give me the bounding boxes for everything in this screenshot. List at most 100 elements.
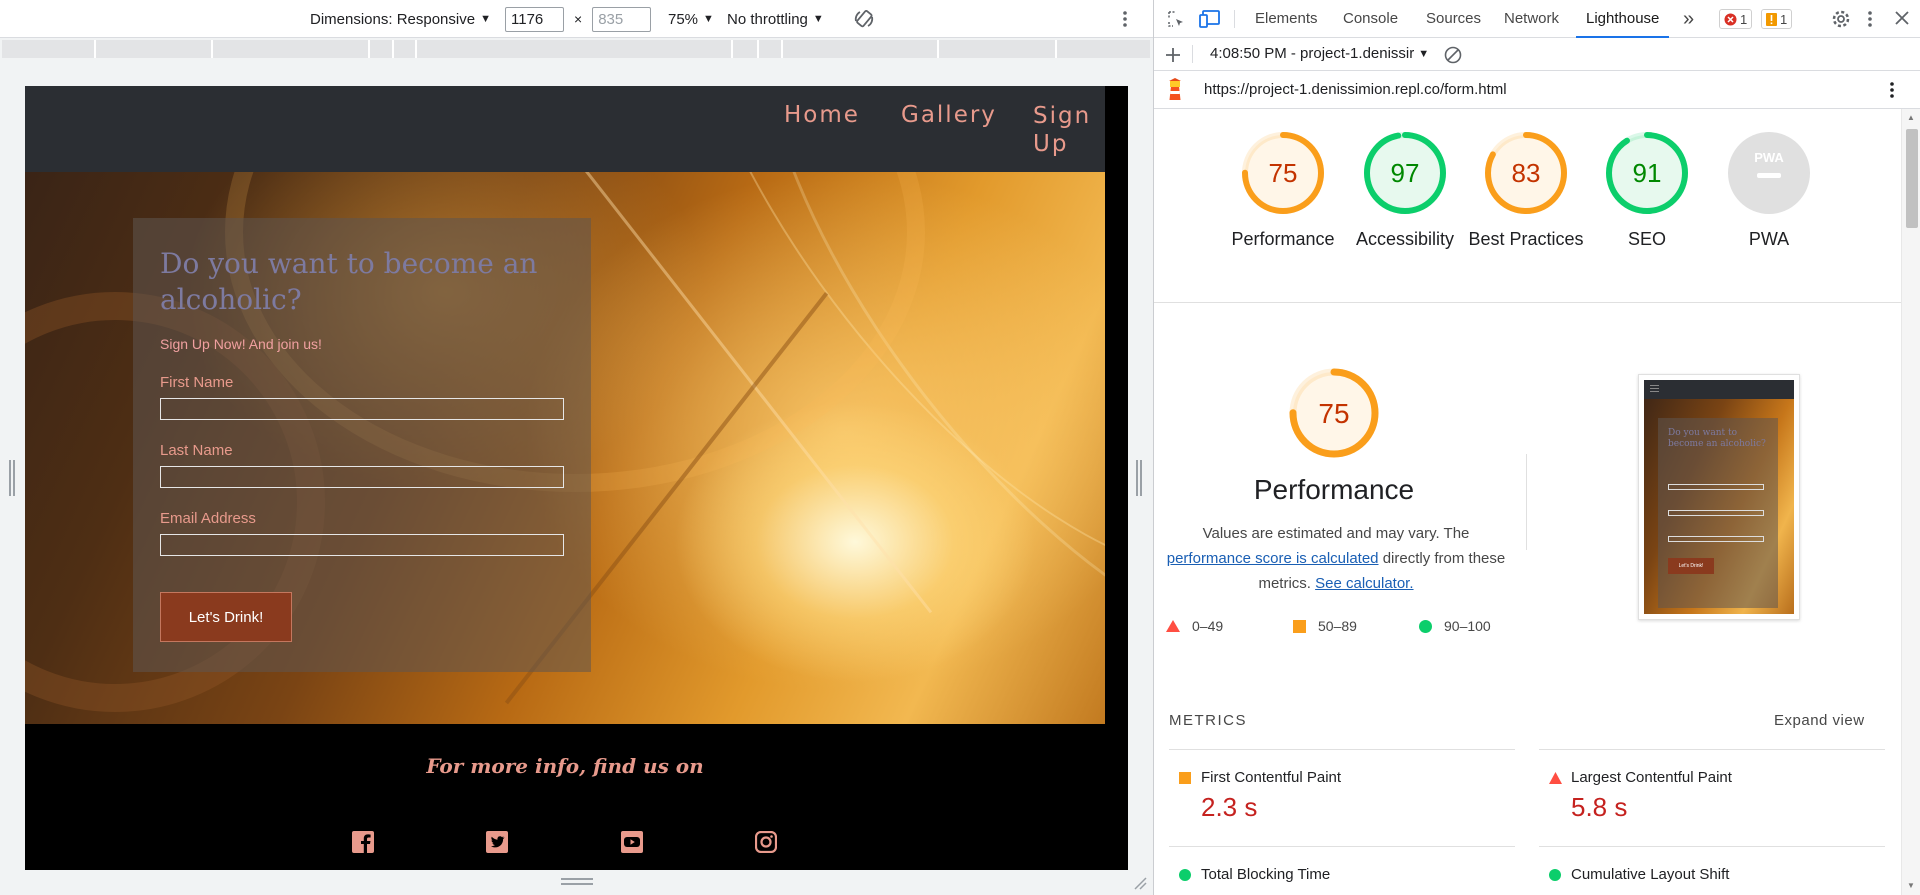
twitter-icon[interactable] bbox=[486, 831, 508, 853]
resize-handle-left[interactable] bbox=[9, 460, 15, 496]
nav-gallery-link[interactable]: Gallery bbox=[901, 102, 997, 128]
thumbnail-button: Let's Drink! bbox=[1668, 558, 1714, 574]
error-badge[interactable]: 1 bbox=[1719, 9, 1753, 29]
first-name-label: First Name bbox=[160, 374, 234, 391]
throttling-select[interactable]: No throttling ▼ bbox=[727, 0, 824, 38]
scroll-up-arrow-icon[interactable]: ▲ bbox=[1907, 113, 1915, 122]
final-screenshot-thumbnail[interactable]: Do you want to become an alcoholic? Let'… bbox=[1638, 374, 1800, 620]
score-gauge-ring: 75 bbox=[1242, 132, 1324, 214]
lighthouse-url-bar: https://project-1.denissimion.repl.co/fo… bbox=[1154, 71, 1920, 109]
report-url: https://project-1.denissimion.repl.co/fo… bbox=[1204, 81, 1507, 98]
warning-badge[interactable]: 1 bbox=[1761, 9, 1793, 29]
caret-down-icon: ▼ bbox=[1418, 47, 1430, 60]
fail-triangle-icon bbox=[1549, 772, 1562, 784]
devtools-menu-icon[interactable] bbox=[1867, 10, 1873, 28]
resize-handle-right[interactable] bbox=[1136, 460, 1142, 496]
report-menu-icon[interactable] bbox=[1889, 81, 1895, 99]
gauge-best-practices[interactable]: 83 Best Practices bbox=[1461, 131, 1591, 252]
resize-handle-bottom[interactable] bbox=[561, 878, 593, 885]
nav-home-link[interactable]: Home bbox=[784, 102, 860, 128]
report-select-label: 4:08:50 PM - project-1.denissir bbox=[1210, 45, 1415, 62]
pass-circle-icon bbox=[1549, 869, 1561, 881]
device-toolbar: Dimensions: Responsive ▼ 1176 × 835 75% … bbox=[0, 0, 1153, 38]
gauge-seo[interactable]: 91 SEO bbox=[1582, 131, 1712, 252]
score-calculated-link[interactable]: performance score is calculated bbox=[1167, 550, 1379, 567]
site-navbar: Home Gallery Sign Up bbox=[25, 86, 1105, 172]
inspect-element-icon[interactable] bbox=[1167, 10, 1185, 28]
gauge-pwa[interactable]: PWA PWA bbox=[1704, 131, 1834, 252]
form-title: Do you want to become an alcoholic? bbox=[160, 247, 538, 316]
instagram-icon[interactable] bbox=[755, 831, 777, 853]
devtools-panel: Elements Console Sources Network Lightho… bbox=[1153, 0, 1920, 895]
warning-count: 1 bbox=[1780, 11, 1788, 27]
device-toggle-icon[interactable] bbox=[1199, 9, 1221, 29]
score-label: Best Practices bbox=[1468, 229, 1584, 249]
close-devtools-icon[interactable] bbox=[1895, 11, 1909, 25]
facebook-icon[interactable] bbox=[352, 831, 374, 853]
signup-form-panel: Do you want to become an alcoholic? Sign… bbox=[133, 218, 591, 672]
height-input[interactable]: 835 bbox=[592, 6, 652, 32]
new-report-plus-icon[interactable] bbox=[1165, 47, 1181, 63]
more-tabs-icon[interactable]: » bbox=[1683, 0, 1694, 38]
metric-tbt: Total Blocking Time bbox=[1169, 866, 1499, 883]
score-label: Performance bbox=[1231, 229, 1335, 249]
warning-icon bbox=[1766, 12, 1777, 26]
times-sign: × bbox=[574, 11, 583, 27]
metric-rule bbox=[1539, 749, 1885, 750]
more-options-icon[interactable] bbox=[1122, 0, 1128, 38]
device-emulation-pane: Dimensions: Responsive ▼ 1176 × 835 75% … bbox=[0, 0, 1153, 895]
tab-lighthouse[interactable]: Lighthouse bbox=[1576, 0, 1670, 38]
report-scrollbar[interactable]: ▲ ▼ bbox=[1901, 109, 1920, 895]
see-calculator-link[interactable]: See calculator. bbox=[1315, 575, 1413, 592]
average-square-icon bbox=[1179, 772, 1191, 784]
nav-signup-link[interactable]: Sign Up bbox=[1033, 102, 1095, 158]
caret-down-icon: ▼ bbox=[703, 13, 714, 25]
pass-circle-icon bbox=[1419, 619, 1432, 633]
report-select[interactable]: 4:08:50 PM - project-1.denissir ▼ bbox=[1210, 45, 1429, 62]
metric-value: 2.3 s bbox=[1201, 792, 1258, 822]
pass-circle-icon bbox=[1179, 869, 1191, 881]
expand-view-toggle[interactable]: Expand view bbox=[1774, 712, 1865, 729]
performance-title: Performance bbox=[1253, 474, 1415, 505]
gauge-performance[interactable]: 75 Performance bbox=[1218, 131, 1348, 252]
perf-desc-text-1: Values are estimated and may vary. The bbox=[1202, 525, 1470, 542]
first-name-field[interactable] bbox=[160, 398, 564, 420]
width-input[interactable]: 1176 bbox=[505, 6, 564, 32]
settings-gear-icon[interactable] bbox=[1831, 9, 1851, 29]
legend-fail: 0–49 bbox=[1166, 618, 1223, 634]
tab-console[interactable]: Console bbox=[1343, 0, 1398, 38]
score-value: 97 bbox=[1391, 158, 1420, 188]
last-name-field[interactable] bbox=[160, 466, 564, 488]
media-query-bar[interactable] bbox=[2, 40, 1150, 58]
pwa-badge-icon: PWA bbox=[1728, 132, 1810, 214]
caret-down-icon: ▼ bbox=[812, 13, 824, 25]
scroll-down-arrow-icon[interactable]: ▼ bbox=[1907, 881, 1915, 890]
error-count: 1 bbox=[1740, 11, 1748, 27]
performance-description: Values are estimated and may vary. The p… bbox=[1162, 521, 1510, 596]
lighthouse-toolbar: 4:08:50 PM - project-1.denissir ▼ bbox=[1154, 38, 1920, 71]
zoom-select[interactable]: 75% ▼ bbox=[668, 0, 714, 38]
gauge-accessibility[interactable]: 97 Accessibility bbox=[1340, 131, 1470, 252]
tab-elements[interactable]: Elements bbox=[1255, 0, 1318, 38]
rotate-icon[interactable] bbox=[853, 0, 875, 38]
legend-pass: 90–100 bbox=[1419, 618, 1491, 634]
metric-name: Cumulative Layout Shift bbox=[1571, 866, 1730, 883]
hero-image: Do you want to become an alcoholic? Sign… bbox=[25, 172, 1105, 724]
lighthouse-report: 75 Performance 97 Accessibility 83 Best Pract… bbox=[1154, 109, 1920, 895]
submit-button[interactable]: Let's Drink! bbox=[160, 592, 292, 642]
email-field[interactable] bbox=[160, 534, 564, 556]
tab-network[interactable]: Network bbox=[1504, 0, 1559, 38]
score-value: 83 bbox=[1512, 158, 1541, 188]
zoom-label: 75% bbox=[668, 10, 699, 28]
tab-sources[interactable]: Sources bbox=[1426, 0, 1481, 38]
legend-average: 50–89 bbox=[1293, 618, 1357, 634]
metric-rule bbox=[1539, 846, 1885, 847]
youtube-icon[interactable] bbox=[621, 831, 643, 853]
resize-corner-icon[interactable] bbox=[1133, 876, 1147, 890]
performance-gauge-large: 75 bbox=[1289, 368, 1379, 458]
dimensions-select[interactable]: Dimensions: Responsive ▼ bbox=[310, 0, 491, 38]
scroll-thumb[interactable] bbox=[1906, 129, 1918, 228]
clear-report-icon[interactable] bbox=[1444, 46, 1462, 64]
caret-down-icon: ▼ bbox=[480, 13, 491, 25]
metric-lcp: Largest Contentful Paint 5.8 s bbox=[1539, 769, 1869, 823]
